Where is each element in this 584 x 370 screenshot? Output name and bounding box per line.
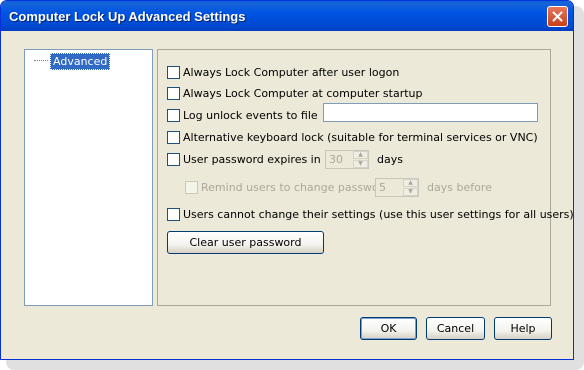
cannot-change-label: Users cannot change their settings (use … bbox=[183, 208, 574, 221]
settings-tree: Advanced bbox=[24, 49, 153, 306]
remind-users-days-value: 5 bbox=[379, 181, 386, 194]
spin-up-arrow-icon[interactable]: ▲ bbox=[403, 179, 418, 187]
password-expires-days-value: 30 bbox=[329, 153, 343, 166]
password-expires-days-spinner[interactable]: 30 ▲ ▼ bbox=[325, 150, 369, 169]
password-expires-spin-buttons: ▲ ▼ bbox=[353, 151, 368, 168]
cannot-change-option[interactable]: Users cannot change their settings (use … bbox=[167, 208, 574, 221]
tree-connector bbox=[34, 60, 48, 62]
spin-down-arrow-icon[interactable]: ▼ bbox=[403, 188, 418, 196]
lock-at-startup-option[interactable]: Always Lock Computer at computer startup bbox=[167, 87, 423, 100]
settings-panel: Always Lock Computer after user logon Al… bbox=[157, 49, 573, 306]
lock-after-logon-checkbox[interactable] bbox=[167, 66, 180, 79]
lock-at-startup-label: Always Lock Computer at computer startup bbox=[183, 87, 423, 100]
password-expires-option[interactable]: User password expires in bbox=[167, 153, 321, 166]
close-button[interactable] bbox=[547, 6, 568, 27]
title-bar[interactable]: Computer Lock Up Advanced Settings bbox=[1, 1, 573, 31]
lock-at-startup-checkbox[interactable] bbox=[167, 87, 180, 100]
lock-after-logon-option[interactable]: Always Lock Computer after user logon bbox=[167, 66, 399, 79]
dialog-window: Computer Lock Up Advanced Settings Advan… bbox=[0, 0, 574, 360]
alt-keyboard-lock-option[interactable]: Alternative keyboard lock (suitable for … bbox=[167, 131, 538, 144]
tree-item-advanced[interactable]: Advanced bbox=[50, 53, 111, 70]
alt-keyboard-lock-checkbox[interactable] bbox=[167, 131, 180, 144]
remind-users-spin-buttons: ▲ ▼ bbox=[403, 179, 418, 196]
log-unlock-option[interactable]: Log unlock events to file bbox=[167, 109, 318, 122]
password-expires-days-suffix: days bbox=[377, 153, 403, 166]
cancel-button[interactable]: Cancel bbox=[426, 317, 485, 340]
remind-users-checkbox[interactable] bbox=[185, 181, 198, 194]
clear-password-button[interactable]: Clear user password bbox=[167, 231, 324, 254]
alt-keyboard-lock-label: Alternative keyboard lock (suitable for … bbox=[183, 131, 538, 144]
cannot-change-checkbox[interactable] bbox=[167, 208, 180, 221]
log-unlock-checkbox[interactable] bbox=[167, 109, 180, 122]
remind-users-option: Remind users to change password bbox=[185, 181, 390, 194]
lock-after-logon-label: Always Lock Computer after user logon bbox=[183, 66, 400, 79]
log-unlock-label: Log unlock events to file bbox=[183, 109, 318, 122]
spin-down-arrow-icon[interactable]: ▼ bbox=[353, 160, 368, 168]
remind-users-label: Remind users to change password bbox=[201, 181, 391, 194]
close-icon bbox=[552, 11, 563, 22]
password-expires-label: User password expires in bbox=[183, 153, 321, 166]
password-expires-checkbox[interactable] bbox=[167, 153, 180, 166]
remind-users-suffix: days before bbox=[427, 181, 492, 194]
remind-users-days-spinner[interactable]: 5 ▲ ▼ bbox=[375, 178, 419, 197]
ok-button[interactable]: OK bbox=[360, 317, 417, 340]
window-title: Computer Lock Up Advanced Settings bbox=[9, 9, 246, 24]
log-file-input[interactable] bbox=[323, 103, 538, 122]
help-button[interactable]: Help bbox=[494, 317, 552, 340]
spin-up-arrow-icon[interactable]: ▲ bbox=[353, 151, 368, 159]
